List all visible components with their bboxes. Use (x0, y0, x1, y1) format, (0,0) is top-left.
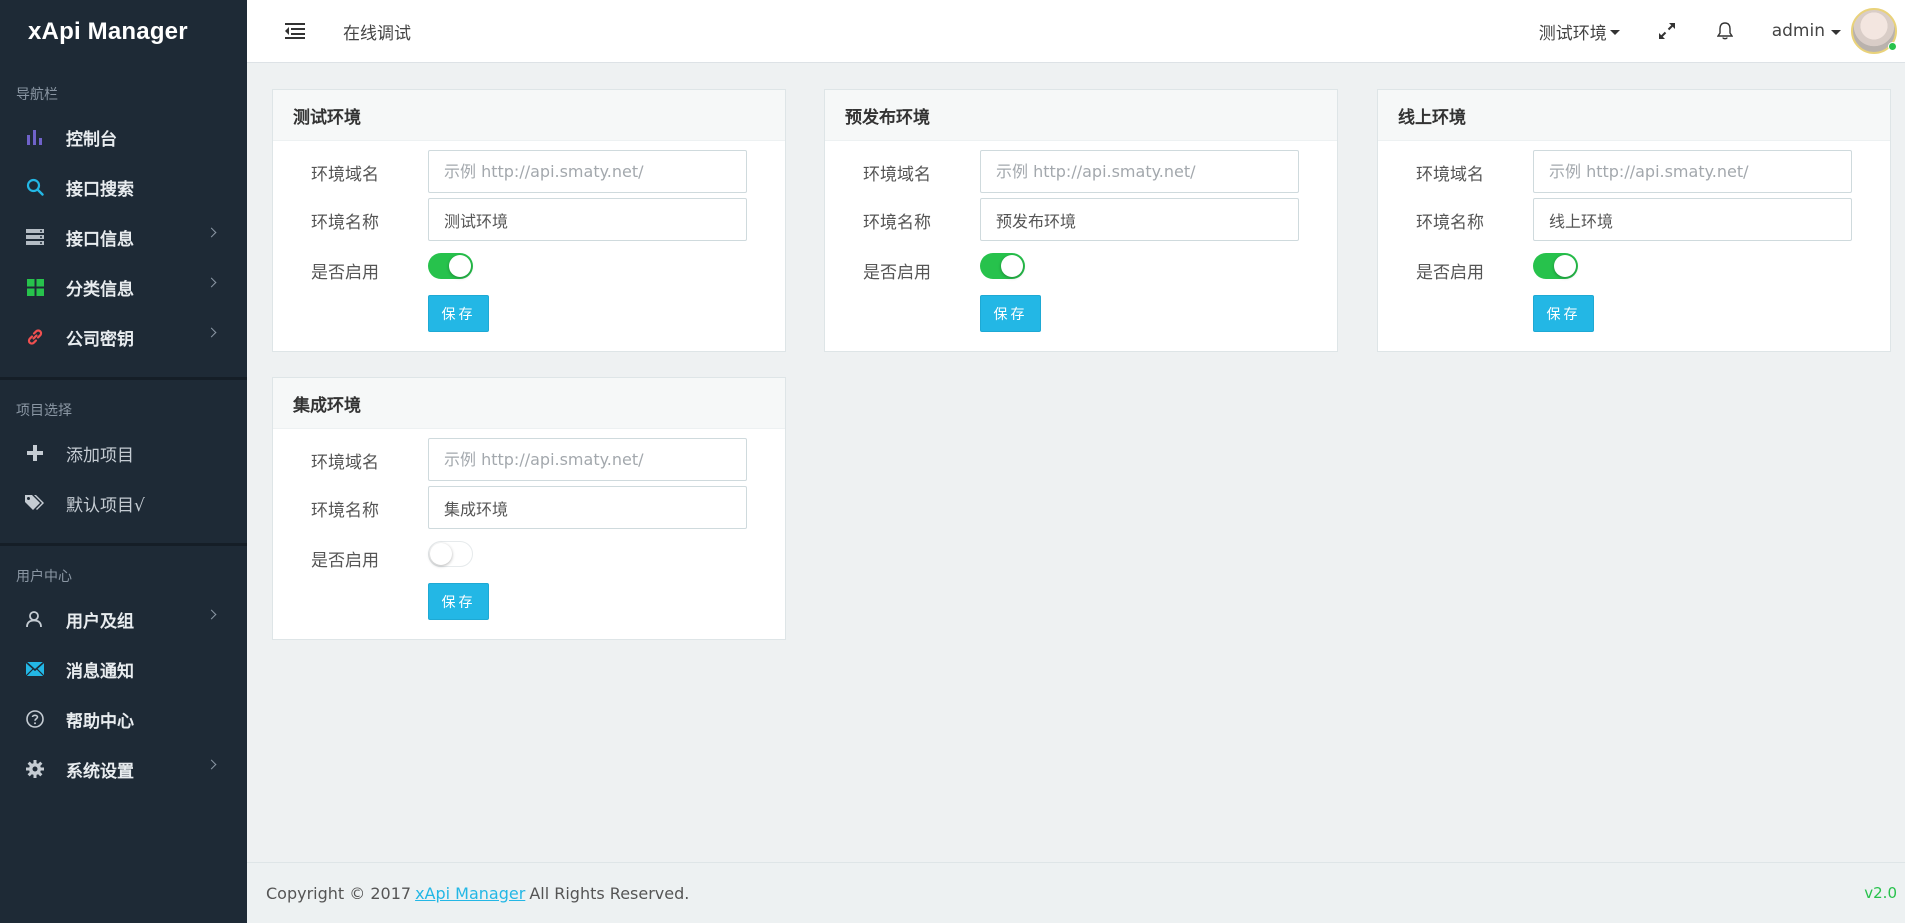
grid-icon (24, 276, 46, 298)
top-navbar: 在线调试 测试环境 admin (247, 0, 1905, 63)
envelope-icon (24, 658, 46, 680)
panel-title: 预发布环境 (825, 90, 1337, 141)
enabled-label: 是否启用 (1416, 263, 1484, 283)
chevron-right-icon (206, 327, 217, 338)
domain-input[interactable] (428, 438, 747, 481)
environment-dropdown[interactable]: 测试环境 (1539, 19, 1620, 44)
menu-toggle-icon[interactable] (285, 23, 305, 39)
name-input[interactable] (428, 198, 747, 241)
name-label: 环境名称 (863, 213, 931, 233)
brand-logo[interactable]: xApi Manager (0, 0, 247, 64)
environment-panel-pre-release: 预发布环境 环境域名 环境名称 是否启用 保存 (824, 89, 1338, 352)
environment-panel-integration: 集成环境 环境域名 环境名称 是否启用 保存 (272, 377, 786, 640)
sidebar-item-notifications[interactable]: 消息通知 (0, 644, 247, 694)
nav-section-label: 导航栏 (16, 87, 58, 103)
sidebar-item-label: 帮助中心 (66, 711, 134, 732)
sidebar-item-api-search[interactable]: 接口搜索 (0, 162, 247, 212)
enabled-toggle[interactable] (428, 541, 473, 567)
enabled-label: 是否启用 (863, 263, 931, 283)
enabled-toggle[interactable] (428, 253, 473, 279)
sidebar-item-dashboard[interactable]: 控制台 (0, 112, 247, 162)
sidebar-item-label: 公司密钥 (66, 329, 134, 350)
sidebar-item-label: 控制台 (66, 129, 117, 150)
chevron-right-icon (206, 609, 217, 620)
domain-input[interactable] (428, 150, 747, 193)
chevron-right-icon (206, 759, 217, 770)
sidebar: xApi Manager 导航栏 控制台 接口搜索 接口信息 分类信息 公司密钥 (0, 0, 247, 923)
plus-icon (24, 442, 46, 464)
sidebar-item-users-groups[interactable]: 用户及组 (0, 594, 247, 644)
server-icon (24, 226, 46, 248)
sidebar-item-category-info[interactable]: 分类信息 (0, 262, 247, 312)
name-input[interactable] (980, 198, 1299, 241)
sidebar-item-add-project[interactable]: 添加项目 (0, 428, 247, 478)
sidebar-item-default-project[interactable]: 默认项目√ (0, 478, 247, 528)
domain-label: 环境域名 (311, 453, 379, 473)
chevron-right-icon (206, 227, 217, 238)
user-icon (24, 608, 46, 630)
bell-icon[interactable] (1714, 20, 1736, 42)
caret-down-icon (1831, 30, 1841, 35)
name-label: 环境名称 (311, 501, 379, 521)
save-button[interactable]: 保存 (980, 295, 1041, 332)
sidebar-item-label: 消息通知 (66, 661, 134, 682)
domain-input[interactable] (980, 150, 1299, 193)
sidebar-item-label: 用户及组 (66, 611, 134, 632)
user-menu[interactable]: admin (1772, 8, 1905, 54)
username: admin (1771, 21, 1825, 41)
domain-input[interactable] (1533, 150, 1852, 193)
user-section-label: 用户中心 (16, 569, 72, 585)
bar-chart-icon (24, 126, 46, 148)
name-input[interactable] (1533, 198, 1852, 241)
online-status-dot (1888, 42, 1897, 51)
panel-title: 测试环境 (273, 90, 785, 141)
sidebar-item-label: 添加项目 (66, 445, 134, 466)
save-button[interactable]: 保存 (428, 295, 489, 332)
caret-down-icon (1609, 30, 1620, 35)
name-label: 环境名称 (1416, 213, 1484, 233)
enabled-toggle[interactable] (980, 253, 1025, 279)
footer-link[interactable]: xApi Manager (415, 884, 525, 903)
enabled-toggle[interactable] (1533, 253, 1578, 279)
sidebar-item-label: 默认项目√ (66, 495, 145, 516)
save-button[interactable]: 保存 (1533, 295, 1594, 332)
sidebar-item-label: 接口搜索 (66, 179, 134, 200)
domain-label: 环境域名 (1416, 165, 1484, 185)
help-icon (24, 708, 46, 730)
chevron-right-icon (206, 277, 217, 288)
copyright-text: Copyright © 2017 (266, 883, 412, 903)
project-section-label: 项目选择 (16, 403, 72, 419)
environment-panel-production: 线上环境 环境域名 环境名称 是否启用 保存 (1377, 89, 1891, 352)
domain-label: 环境域名 (863, 165, 931, 185)
name-label: 环境名称 (311, 213, 379, 233)
page-title[interactable]: 在线调试 (343, 19, 411, 44)
sidebar-item-company-keys[interactable]: 公司密钥 (0, 312, 247, 362)
enabled-label: 是否启用 (311, 263, 379, 283)
sidebar-item-system-settings[interactable]: 系统设置 (0, 744, 247, 794)
search-icon (24, 176, 46, 198)
sidebar-item-label: 接口信息 (66, 229, 134, 250)
panel-title: 线上环境 (1378, 90, 1890, 141)
footer: Copyright © 2017 xApi Manager All Rights… (247, 862, 1905, 923)
environment-dropdown-label: 测试环境 (1538, 23, 1607, 44)
sidebar-item-api-info[interactable]: 接口信息 (0, 212, 247, 262)
tags-icon (24, 492, 46, 514)
sidebar-item-label: 分类信息 (66, 279, 134, 300)
panel-title: 集成环境 (273, 378, 785, 429)
fullscreen-icon[interactable] (1656, 20, 1678, 42)
link-icon (24, 326, 46, 348)
sidebar-item-help-center[interactable]: 帮助中心 (0, 694, 247, 744)
save-button[interactable]: 保存 (428, 583, 489, 620)
enabled-label: 是否启用 (311, 551, 379, 571)
gear-icon (24, 758, 46, 780)
rights-text: All Rights Reserved. (529, 883, 690, 903)
environment-panel-test: 测试环境 环境域名 环境名称 是否启用 保存 (272, 89, 786, 352)
avatar[interactable] (1851, 8, 1897, 54)
version-label: v2.0 (1864, 884, 1897, 902)
sidebar-item-label: 系统设置 (66, 761, 134, 782)
domain-label: 环境域名 (311, 165, 379, 185)
name-input[interactable] (428, 486, 747, 529)
